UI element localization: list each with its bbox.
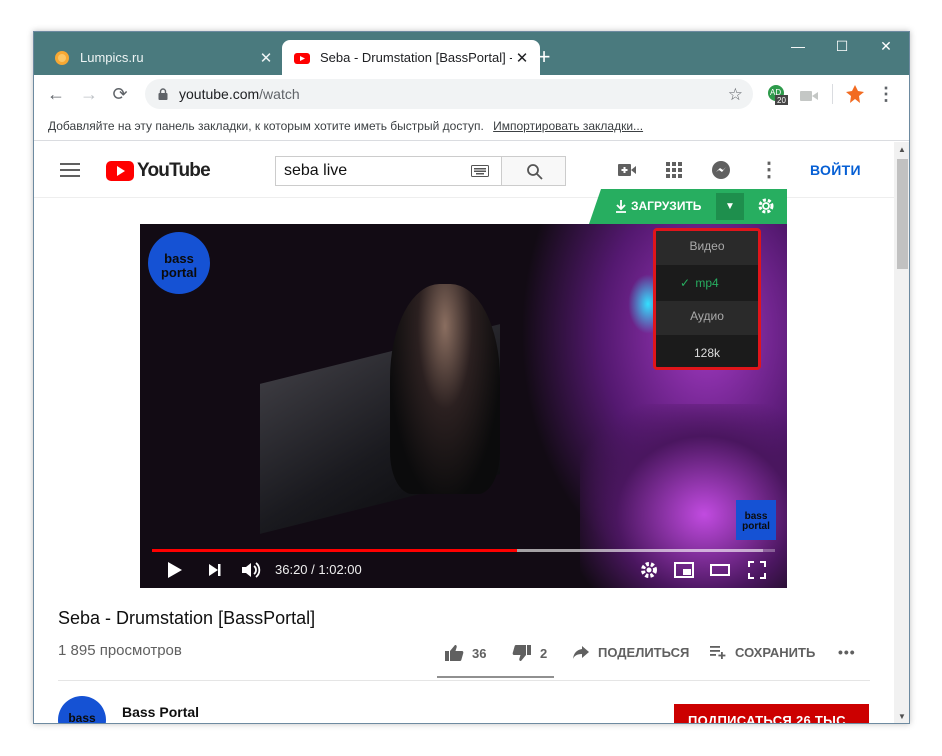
browser-window: Lumpics.ru ✕ Seba - Drumstation [BassPor… xyxy=(33,31,910,724)
format-option-label: mp4 xyxy=(695,276,719,290)
time-display: 36:20 / 1:02:00 xyxy=(275,562,362,577)
gear-icon[interactable] xyxy=(756,196,776,216)
format-option-label: 128k xyxy=(693,346,721,360)
login-button[interactable]: ВОЙТИ xyxy=(810,162,861,178)
reload-icon[interactable]: ⟳ xyxy=(108,83,132,105)
like-button[interactable]: 36 xyxy=(444,644,486,662)
page-viewport: YouTube seba live ⋮ ВОЙТИ ЗАГРУЗИТЬ ▼ ba… xyxy=(34,142,894,723)
dislike-button[interactable]: 2 xyxy=(512,644,547,662)
youtube-logo[interactable]: YouTube xyxy=(106,160,211,182)
player-settings-icon[interactable] xyxy=(638,559,660,581)
youtube-favicon-icon xyxy=(294,52,310,64)
download-icon xyxy=(616,200,626,213)
tab-strip: Lumpics.ru ✕ Seba - Drumstation [BassPor… xyxy=(34,32,909,75)
save-label: СОХРАНИТЬ xyxy=(735,644,816,660)
dislike-count: 2 xyxy=(540,645,548,661)
theater-mode-icon[interactable] xyxy=(709,559,731,581)
checkmark-icon: ✓ xyxy=(680,276,691,290)
format-dropdown-button[interactable]: ▼ xyxy=(716,193,744,220)
bookmark-star-icon[interactable]: ☆ xyxy=(728,85,743,105)
progress-played xyxy=(152,549,518,552)
url-path: /watch xyxy=(259,86,300,102)
tab-close-icon[interactable]: ✕ xyxy=(512,49,532,67)
camera-icon[interactable] xyxy=(799,86,819,106)
next-icon[interactable] xyxy=(206,559,224,581)
channel-avatar[interactable]: bass xyxy=(58,696,106,723)
avast-extension-icon[interactable] xyxy=(845,84,865,104)
new-tab-button[interactable]: + xyxy=(532,46,556,70)
channel-watermark-logo: bass portal xyxy=(148,232,210,294)
bookmarks-bar: Добавляйте на эту панель закладки, к кот… xyxy=(34,113,909,141)
scroll-thumb[interactable] xyxy=(897,159,908,269)
apps-grid-icon[interactable] xyxy=(663,159,685,181)
video-formats-header: Видео xyxy=(656,231,758,265)
playlist-add-icon xyxy=(710,646,726,659)
toolbar-separator xyxy=(832,84,833,104)
search-input[interactable]: seba live xyxy=(275,156,502,186)
forward-icon[interactable]: → xyxy=(77,83,101,105)
tab-lumpics[interactable]: Lumpics.ru ✕ xyxy=(42,40,284,75)
youtube-wordmark: YouTube xyxy=(137,160,211,181)
browser-menu-icon[interactable]: ⋮ xyxy=(874,83,898,105)
address-bar[interactable]: youtube.com/watch ☆ xyxy=(145,79,753,109)
audio-formats-header: Аудио xyxy=(656,301,758,335)
lock-icon xyxy=(158,88,168,100)
tab-close-icon[interactable]: ✕ xyxy=(256,49,276,67)
thumbs-up-icon xyxy=(445,645,464,661)
save-button[interactable]: СОХРАНИТЬ xyxy=(709,644,815,660)
back-icon[interactable]: ← xyxy=(44,83,68,105)
lumpics-favicon-icon xyxy=(55,50,69,65)
video-frame-dj xyxy=(390,284,500,494)
minimize-button[interactable]: — xyxy=(778,38,818,60)
play-icon[interactable] xyxy=(166,559,184,581)
tab-title: Seba - Drumstation [BassPortal] - xyxy=(320,50,512,65)
like-count: 36 xyxy=(472,645,487,661)
fullscreen-icon[interactable] xyxy=(746,559,768,581)
download-button[interactable]: ЗАГРУЗИТЬ xyxy=(615,199,701,213)
extension-badge-count: 20 xyxy=(777,96,786,105)
import-bookmarks-link[interactable]: Импортировать закладки... xyxy=(493,119,643,133)
close-window-button[interactable]: ✕ xyxy=(866,38,906,60)
thumbs-down-icon xyxy=(512,645,531,661)
download-label: ЗАГРУЗИТЬ xyxy=(631,199,702,213)
tab-youtube[interactable]: Seba - Drumstation [BassPortal] - ✕ xyxy=(282,40,540,75)
maximize-button[interactable]: ☐ xyxy=(822,38,862,60)
search-icon xyxy=(527,164,543,180)
messages-icon[interactable] xyxy=(710,159,732,181)
share-label: ПОДЕЛИТЬСЯ xyxy=(598,644,690,660)
hamburger-menu-icon[interactable] xyxy=(60,162,80,178)
download-toolbar: ЗАГРУЗИТЬ ▼ xyxy=(589,189,787,224)
format-dropdown-menu: Видео ✓ mp4 Аудио 128k xyxy=(653,228,761,370)
miniplayer-icon[interactable] xyxy=(673,559,695,581)
format-option-128k[interactable]: 128k xyxy=(656,335,758,367)
video-title: Seba - Drumstation [BassPortal] xyxy=(58,608,316,628)
search-button[interactable] xyxy=(501,156,566,186)
bookmarks-prompt: Добавляйте на эту панель закладки, к кот… xyxy=(48,119,484,133)
url-host: youtube.com xyxy=(179,86,260,102)
scroll-up-icon[interactable]: ▲ xyxy=(894,142,909,158)
page-scrollbar[interactable]: ▲ ▼ xyxy=(894,142,909,723)
divider xyxy=(58,680,870,681)
channel-branding-logo[interactable]: bass portal xyxy=(736,500,776,540)
scroll-down-icon[interactable]: ▼ xyxy=(894,709,909,723)
create-video-icon[interactable] xyxy=(616,159,638,181)
view-count: 1 895 просмотров xyxy=(58,642,182,659)
share-button[interactable]: ПОДЕЛИТЬСЯ xyxy=(572,644,689,660)
progress-bar[interactable] xyxy=(152,549,775,552)
share-icon xyxy=(573,646,589,659)
browser-toolbar: ← → ⟳ youtube.com/watch ☆ AD 20 ⋮ xyxy=(34,75,909,113)
subscribe-button[interactable]: ПОДПИСАТЬСЯ 26 ТЫС. xyxy=(674,704,869,723)
youtube-play-logo-icon xyxy=(106,161,134,181)
channel-name[interactable]: Bass Portal xyxy=(122,704,199,720)
settings-menu-icon[interactable]: ⋮ xyxy=(758,159,780,181)
tab-title: Lumpics.ru xyxy=(80,50,144,65)
volume-icon[interactable] xyxy=(240,559,262,581)
extension-avatar-icon[interactable]: AD 20 xyxy=(767,84,788,105)
more-actions-icon[interactable]: ••• xyxy=(838,644,856,660)
sentiment-bar xyxy=(437,676,554,678)
format-option-mp4[interactable]: ✓ mp4 xyxy=(656,265,758,301)
keyboard-icon[interactable] xyxy=(471,165,489,177)
